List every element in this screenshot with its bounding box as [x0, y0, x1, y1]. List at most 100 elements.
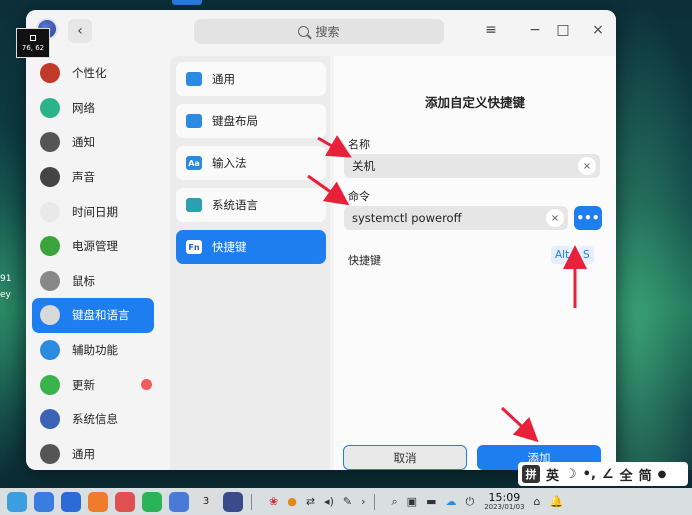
subnav-item[interactable]: 键盘布局	[176, 104, 326, 138]
punctuation-icon[interactable]: •,	[583, 467, 596, 482]
bell-icon	[40, 132, 60, 153]
search-tray-icon[interactable]: ⌕	[392, 495, 398, 509]
cancel-button[interactable]: 取消	[343, 445, 467, 470]
pen-tray-icon[interactable]: ✎	[343, 495, 352, 508]
full-width-toggle[interactable]: 全	[620, 465, 633, 484]
back-button[interactable]: ‹	[68, 19, 92, 43]
mouse-icon	[40, 270, 60, 291]
apps-tray-icon[interactable]: ❀	[269, 495, 278, 508]
trash-tray-icon[interactable]: ⌂	[534, 495, 541, 508]
top-indicator	[172, 0, 202, 5]
sidebar-item[interactable]: 键盘和语言	[32, 298, 154, 333]
power-tray-icon[interactable]: ⏻	[465, 495, 474, 509]
taskbar-app-icon[interactable]	[223, 491, 243, 512]
taskbar: 3 ❀ ● ⇄ ◂) ✎ › ⌕ ▣ ▬ ☁ ⏻ 15:09 2023/01/0…	[0, 488, 692, 515]
name-field[interactable]: 关机 ×	[344, 154, 600, 178]
sidebar-item[interactable]: 通用	[26, 437, 160, 470]
language-icon	[186, 198, 202, 212]
shortcut-label: 快捷键	[348, 254, 381, 267]
general-icon	[40, 443, 60, 464]
minimize-icon[interactable]: −	[526, 21, 544, 39]
name-value: 关机	[352, 159, 375, 173]
update-icon	[40, 374, 60, 395]
sidebar-item-label: 通知	[72, 135, 95, 150]
taskbar-app-icon[interactable]	[34, 491, 54, 512]
sidebar-item-label: 时间日期	[72, 204, 118, 219]
dialog-title: 添加自定义快捷键	[424, 95, 525, 110]
desktop-text-2: ey	[0, 290, 11, 300]
subnav-item[interactable]: Fn 快捷键	[176, 230, 326, 264]
moon-icon[interactable]: ☽	[565, 467, 577, 482]
taskbar-app-icon[interactable]	[115, 491, 135, 512]
titlebar: ‹ 搜索 ≡ − □ ×	[26, 10, 616, 52]
screenshot-tray-icon[interactable]: ▣	[407, 495, 417, 508]
subnav-item[interactable]: Aa 输入法	[176, 146, 326, 180]
sidebar-item[interactable]: 通知	[26, 125, 160, 160]
subnav-item[interactable]: 系统语言	[176, 188, 326, 222]
clock-date: 2023/01/03	[484, 503, 525, 511]
search-input[interactable]: 搜索	[194, 19, 444, 44]
subnav-item[interactable]: 通用	[176, 62, 326, 96]
taskbar-app-icon[interactable]	[61, 491, 81, 512]
speaker-icon	[40, 167, 60, 188]
subnav-item-label: 快捷键	[212, 240, 247, 254]
sidebar-item[interactable]: 更新	[26, 367, 160, 402]
clear-command-button[interactable]: ×	[546, 209, 564, 227]
shortcut-key-alt[interactable]: Alt	[551, 246, 574, 264]
taskbar-app-icon[interactable]	[88, 491, 108, 512]
settings-window: ‹ 搜索 ≡ − □ × 个性化网络通知声音时间日期电源管理鼠标键盘和语言 辅助功…	[26, 10, 616, 470]
search-icon	[298, 26, 310, 37]
battery-icon	[40, 236, 60, 257]
sidebar-item[interactable]: 鼠标	[26, 264, 160, 299]
english-toggle[interactable]: 英	[546, 465, 559, 484]
sidebar-item-label: 鼠标	[72, 273, 95, 288]
sidebar-item[interactable]: 网络	[26, 91, 160, 126]
clear-name-button[interactable]: ×	[578, 157, 596, 175]
keyboard-tray-icon[interactable]: ▬	[426, 495, 436, 508]
hamburger-menu-icon[interactable]: ≡	[482, 21, 500, 39]
simplified-toggle[interactable]: 简	[639, 465, 652, 484]
sidebar-item[interactable]: 辅助功能	[26, 333, 160, 368]
network-tray-icon[interactable]: ⇄	[306, 495, 315, 508]
taskbar-app-icon[interactable]	[142, 491, 162, 512]
pinyin-icon[interactable]: 拼	[522, 465, 540, 483]
taskbar-app-icon[interactable]	[7, 491, 27, 512]
sidebar-item-label: 声音	[72, 170, 95, 185]
close-icon[interactable]: ×	[589, 21, 607, 39]
pen-icon[interactable]: ∠	[602, 467, 614, 482]
taskbar-separator	[373, 493, 375, 510]
update-badge	[141, 379, 152, 391]
maximize-icon[interactable]: □	[554, 21, 572, 39]
volume-tray-icon[interactable]: ◂)	[324, 495, 334, 508]
command-field[interactable]: systemctl poweroff ×	[344, 206, 568, 230]
sidebar-item[interactable]: 电源管理	[26, 229, 160, 264]
expand-tray-icon[interactable]: ›	[361, 495, 365, 508]
cloud-tray-icon[interactable]: ☁	[445, 495, 456, 508]
input-method-icon: Aa	[186, 156, 202, 170]
taskbar-separator	[251, 493, 252, 510]
browse-command-button[interactable]: •••	[574, 206, 602, 230]
sidebar-item[interactable]: 声音	[26, 160, 160, 195]
subnav-item-label: 系统语言	[212, 198, 258, 212]
keyboard-icon	[40, 305, 60, 326]
clock[interactable]: 15:09 2023/01/03	[484, 492, 524, 511]
name-label: 名称	[348, 138, 370, 151]
sidebar-item-label: 更新	[72, 377, 95, 392]
clear-icon: ×	[582, 160, 592, 172]
personalization-icon	[40, 63, 60, 84]
sidebar-item[interactable]: 个性化	[26, 56, 160, 91]
sidebar-item-label: 网络	[72, 100, 95, 115]
sidebar-item[interactable]: 系统信息	[26, 402, 160, 437]
microphone-icon[interactable]: ●	[658, 469, 667, 480]
taskbar-app-icon[interactable]	[169, 491, 189, 512]
cursor-coordinate-text: 76, 62	[21, 43, 45, 52]
accessibility-icon	[40, 340, 60, 361]
command-value: systemctl poweroff	[352, 211, 462, 225]
notification-bell-icon[interactable]: 🔔	[550, 495, 564, 508]
add-shortcut-panel: 添加自定义快捷键 名称 关机 × 命令 systemctl poweroff ×…	[334, 56, 616, 470]
shortcut-key-s[interactable]: S	[579, 246, 594, 264]
sidebar-item[interactable]: 时间日期	[26, 194, 160, 229]
square-icon	[30, 34, 36, 41]
calendar-app-icon[interactable]: 3	[196, 491, 216, 512]
updates-tray-icon[interactable]: ●	[287, 495, 297, 508]
